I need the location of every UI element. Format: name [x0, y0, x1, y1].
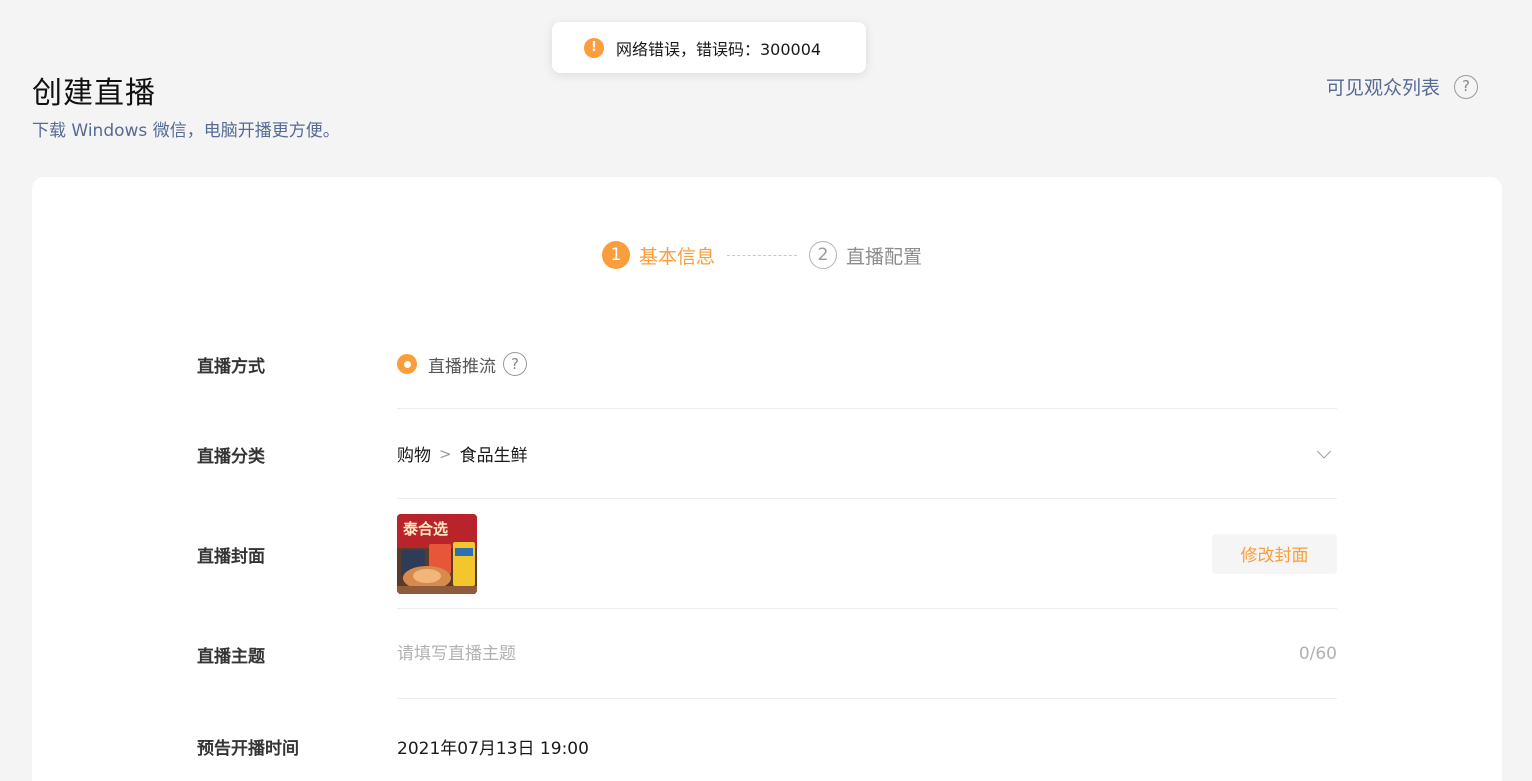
radio-selected-icon[interactable]	[397, 354, 417, 374]
schedule-label: 预告开播时间	[197, 738, 299, 759]
step-basic-info: 1 基本信息	[602, 241, 715, 269]
step-number: 1	[602, 241, 630, 269]
download-hint[interactable]: 下载 Windows 微信，电脑开播更方便。	[32, 116, 340, 141]
category-level2: 食品生鲜	[459, 446, 528, 466]
cover-control: 泰合选 修改封面	[397, 499, 1337, 609]
cover-label: 直播封面	[197, 546, 265, 567]
form-row-topic: 直播主题 0/60	[197, 609, 1337, 699]
step-connector	[727, 254, 798, 256]
visible-audience-link[interactable]: 可见观众列表 ?	[1326, 73, 1478, 100]
topic-char-count: 0/60	[1298, 643, 1337, 664]
method-label: 直播方式	[197, 357, 265, 377]
category-select[interactable]: 购物 > 食品生鲜	[397, 409, 1337, 499]
error-toast: ! 网络错误，错误码：300004	[552, 22, 866, 73]
chevron-down-icon[interactable]	[1316, 443, 1332, 459]
topic-input[interactable]	[397, 643, 1197, 664]
modify-cover-button[interactable]: 修改封面	[1212, 533, 1337, 574]
topic-control: 0/60	[397, 609, 1337, 699]
category-level1: 购物	[397, 446, 431, 466]
form-row-cover: 直播封面 泰合选 修改封面	[197, 499, 1337, 609]
schedule-picker[interactable]: 2021年07月13日 19:00	[397, 699, 1337, 781]
step-live-config: 2 直播配置	[809, 241, 922, 269]
toast-message: 网络错误，错误码：300004	[616, 39, 822, 59]
topic-label: 直播主题	[197, 646, 265, 667]
cover-image: 泰合选	[397, 513, 477, 594]
category-label: 直播分类	[197, 446, 265, 467]
create-live-page: ! 网络错误，错误码：300004 创建直播 下载 Windows 微信，电脑开…	[0, 0, 1532, 781]
help-icon[interactable]: ?	[1454, 74, 1478, 99]
chevron-right-icon: >	[439, 444, 452, 463]
visible-audience-label[interactable]: 可见观众列表	[1326, 73, 1440, 100]
step-label: 直播配置	[846, 245, 923, 268]
method-option-label[interactable]: 直播推流	[428, 352, 496, 377]
cover-brand-text: 泰合选	[403, 519, 449, 538]
step-label: 基本信息	[639, 245, 716, 268]
form-row-schedule[interactable]: 预告开播时间 2021年07月13日 19:00	[197, 699, 1337, 781]
form-card: 1 基本信息 2 直播配置 直播方式 直播推流 ? 直播分类 购物 > 食品生鲜…	[32, 177, 1502, 781]
help-icon[interactable]: ?	[503, 352, 527, 376]
step-indicator: 1 基本信息 2 直播配置	[602, 241, 922, 269]
method-control: 直播推流 ?	[397, 320, 1337, 409]
schedule-value: 2021年07月13日 19:00	[397, 738, 589, 759]
step-number: 2	[809, 241, 838, 269]
form-row-method: 直播方式 直播推流 ?	[197, 320, 1337, 409]
warning-icon: !	[584, 37, 604, 58]
form-row-category[interactable]: 直播分类 购物 > 食品生鲜	[197, 409, 1337, 499]
page-title: 创建直播	[32, 76, 156, 111]
